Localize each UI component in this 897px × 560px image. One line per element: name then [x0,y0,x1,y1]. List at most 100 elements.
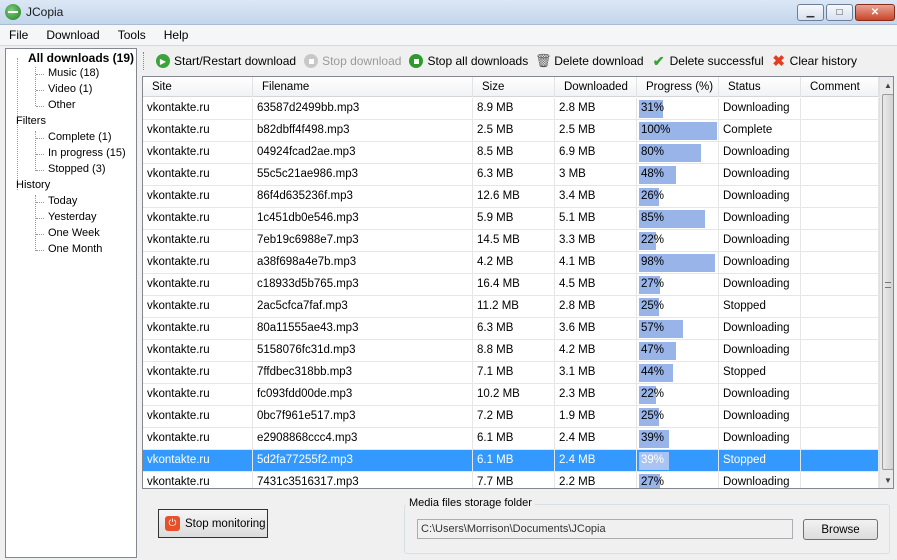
table-row[interactable]: vkontakte.ru 80a11555ae43.mp3 6.3 MB 3.6 MB… [143,318,879,340]
table-row[interactable]: vkontakte.ru b82dbff4f498.mp3 2.5 MB 2.5 MB… [143,120,879,142]
progress-label: 98% [641,256,665,268]
cell-site: vkontakte.ru [143,318,253,340]
table-row[interactable]: vkontakte.ru fc093fdd00de.mp3 10.2 MB 2.3 M… [143,384,879,406]
table-body: vkontakte.ru 63587d2499bb.mp3 8.9 MB 2.8 MB… [143,98,879,488]
progress-label: 27% [641,278,665,290]
tree-history[interactable]: History [16,179,50,191]
cell-downloaded: 4.2 MB [555,340,637,362]
column-header-downloaded[interactable]: Downloaded [555,77,637,97]
delete-download-button[interactable]: 🗑 Delete download [532,53,647,68]
table-row[interactable]: vkontakte.ru 55c5c21ae986.mp3 6.3 MB 3 MB 48… [143,164,879,186]
column-header-comment[interactable]: Comment [801,77,879,97]
cell-downloaded: 3 MB [555,164,637,186]
cell-size: 6.1 MB [473,450,555,472]
table-row[interactable]: vkontakte.ru 04924fcad2ae.mp3 8.5 MB 6.9 MB… [143,142,879,164]
clear-history-button[interactable]: ✖ Clear history [768,53,861,70]
cell-progress: 22% [637,384,719,406]
column-header-site[interactable]: Site [143,77,253,97]
cell-progress: 39% [637,450,719,472]
play-icon: ▶ [156,54,170,68]
cell-progress: 57% [637,318,719,340]
stop-monitoring-button[interactable]: ⏻ Stop monitoring [158,509,268,538]
tree-history-one-month[interactable]: One Month [48,243,102,255]
maximize-button[interactable]: □ [826,4,853,21]
cell-comment [801,120,879,142]
toolbar-grip[interactable] [143,52,146,70]
tree-all-downloads[interactable]: All downloads (19) [28,51,134,65]
table-row[interactable]: vkontakte.ru 7431c3516317.mp3 7.7 MB 2.2 MB… [143,472,879,488]
cell-filename: 63587d2499bb.mp3 [253,98,473,120]
table-row[interactable]: vkontakte.ru 7ffdbec318bb.mp3 7.1 MB 3.1 MB… [143,362,879,384]
tree-filter-stopped[interactable]: Stopped (3) [48,163,105,175]
window-title: JCopia [26,5,64,19]
table-row[interactable]: vkontakte.ru 5d2fa77255f2.mp3 6.1 MB 2.4 MB… [143,450,879,472]
category-tree: All downloads (19) Music (18) Video (1) … [5,48,137,558]
cell-size: 16.4 MB [473,274,555,296]
cell-status: Downloading [719,208,801,230]
menu-tools[interactable]: Tools [109,28,155,42]
close-button[interactable]: ✕ [855,4,895,21]
table-row[interactable]: vkontakte.ru 1c451db0e546.mp3 5.9 MB 5.1 MB… [143,208,879,230]
progress-label: 57% [641,322,665,334]
table-row[interactable]: vkontakte.ru 5158076fc31d.mp3 8.8 MB 4.2 MB… [143,340,879,362]
cell-status: Stopped [719,450,801,472]
delete-successful-button[interactable]: ✔ Delete successful [648,53,768,69]
tree-history-today[interactable]: Today [48,195,77,207]
browse-button[interactable]: Browse [803,519,878,540]
cell-filename: 04924fcad2ae.mp3 [253,142,473,164]
tree-history-yesterday[interactable]: Yesterday [48,211,97,223]
stop-all-button[interactable]: Stop all downloads [405,54,532,68]
cell-downloaded: 4.5 MB [555,274,637,296]
table-row[interactable]: vkontakte.ru 63587d2499bb.mp3 8.9 MB 2.8 MB… [143,98,879,120]
cell-site: vkontakte.ru [143,362,253,384]
tree-filter-complete[interactable]: Complete (1) [48,131,112,143]
table-row[interactable]: vkontakte.ru c18933d5b765.mp3 16.4 MB 4.5 M… [143,274,879,296]
column-header-progress[interactable]: Progress (%) [637,77,719,97]
cell-size: 6.3 MB [473,318,555,340]
tree-filters[interactable]: Filters [16,115,46,127]
table-row[interactable]: vkontakte.ru 0bc7f961e517.mp3 7.2 MB 1.9 MB… [143,406,879,428]
minimize-button[interactable]: ▁ [797,4,824,21]
tree-connector [36,90,44,91]
menu-file[interactable]: File [0,28,37,42]
bottom-panel: ⏻ Stop monitoring C:\Users\Morrison\Docu… [142,491,894,557]
table-row[interactable]: vkontakte.ru 2ac5cfca7faf.mp3 11.2 MB 2.8 M… [143,296,879,318]
cell-status: Downloading [719,230,801,252]
cell-status: Downloading [719,98,801,120]
column-header-status[interactable]: Status [719,77,801,97]
menu-help[interactable]: Help [155,28,198,42]
vertical-scrollbar[interactable]: ▲ ▼ [879,77,893,488]
cell-site: vkontakte.ru [143,208,253,230]
cell-progress: 80% [637,142,719,164]
table-row[interactable]: vkontakte.ru 86f4d635236f.mp3 12.6 MB 3.4 M… [143,186,879,208]
tree-music[interactable]: Music (18) [48,67,99,79]
cell-progress: 31% [637,98,719,120]
table-row[interactable]: vkontakte.ru a38f698a4e7b.mp3 4.2 MB 4.1 MB… [143,252,879,274]
table-row[interactable]: vkontakte.ru 7eb19c6988e7.mp3 14.5 MB 3.3 M… [143,230,879,252]
cell-comment [801,318,879,340]
scrollbar-thumb[interactable] [882,94,893,470]
progress-label: 80% [641,146,665,158]
cell-progress: 27% [637,274,719,296]
cell-downloaded: 2.8 MB [555,98,637,120]
tree-history-one-week[interactable]: One Week [48,227,100,239]
menu-bar: File Download Tools Help [0,25,897,46]
folder-path-field[interactable]: C:\Users\Morrison\Documents\JCopia [417,519,793,539]
column-header-size[interactable]: Size [473,77,555,97]
tree-video[interactable]: Video (1) [48,83,92,95]
start-restart-button[interactable]: ▶ Start/Restart download [152,54,300,68]
app-logo-icon [5,4,21,20]
table-row[interactable]: vkontakte.ru e2908868ccc4.mp3 6.1 MB 2.4 MB… [143,428,879,450]
cell-downloaded: 3.4 MB [555,186,637,208]
tree-connector [36,154,44,155]
scroll-down-icon[interactable]: ▼ [880,472,893,488]
tree-other[interactable]: Other [48,99,76,111]
column-header-filename[interactable]: Filename [253,77,473,97]
stop-download-button[interactable]: Stop download [300,54,405,68]
tree-connector [36,234,44,235]
menu-download[interactable]: Download [37,28,108,42]
cell-filename: a38f698a4e7b.mp3 [253,252,473,274]
progress-label: 100% [641,124,671,136]
scroll-up-icon[interactable]: ▲ [880,77,893,93]
tree-filter-in-progress[interactable]: In progress (15) [48,147,126,159]
